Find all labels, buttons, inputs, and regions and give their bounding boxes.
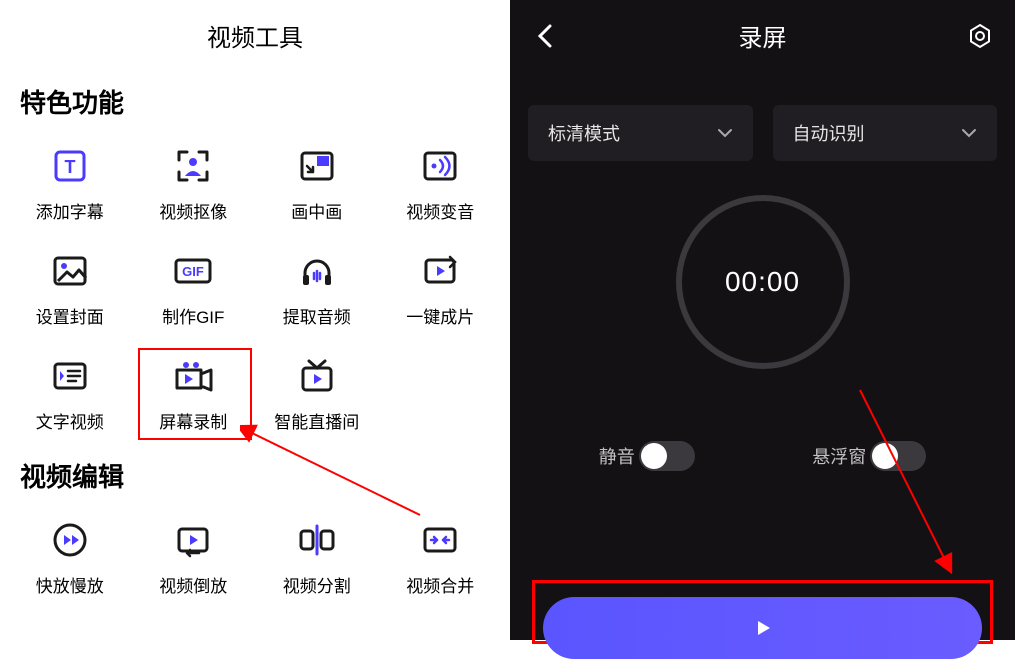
tool-one-click[interactable]: 一键成片 xyxy=(379,249,503,328)
clip-icon xyxy=(418,249,462,293)
section-header-edit: 视频编辑 xyxy=(0,439,510,506)
textvideo-icon xyxy=(48,354,92,398)
tool-label: 制作GIF xyxy=(162,303,224,328)
tool-add-subtitle[interactable]: T 添加字幕 xyxy=(8,144,132,223)
section-header-features: 特色功能 xyxy=(0,65,510,132)
tool-speed[interactable]: 快放慢放 xyxy=(8,518,132,597)
tool-label: 视频分割 xyxy=(283,572,351,597)
float-toggle-group: 悬浮窗 xyxy=(812,441,926,471)
tools-grid-edit: 快放慢放 视频倒放 视频分割 视频合并 xyxy=(0,506,510,603)
tv-icon xyxy=(295,354,339,398)
tool-video-matting[interactable]: 视频抠像 xyxy=(132,144,256,223)
mute-switch[interactable] xyxy=(639,441,695,471)
headphones-icon xyxy=(295,249,339,293)
tool-label: 一键成片 xyxy=(406,303,474,328)
tool-label: 视频合并 xyxy=(406,572,474,597)
back-button[interactable] xyxy=(530,21,560,51)
chevron-down-icon xyxy=(961,128,977,138)
tool-split[interactable]: 视频分割 xyxy=(255,518,379,597)
tool-label: 视频抠像 xyxy=(159,198,227,223)
page-title: 视频工具 xyxy=(0,0,510,65)
toggle-label: 悬浮窗 xyxy=(812,443,866,469)
float-switch[interactable] xyxy=(870,441,926,471)
speed-icon xyxy=(48,518,92,562)
pip-icon xyxy=(295,144,339,188)
tool-label: 视频倒放 xyxy=(159,572,227,597)
svg-text:T: T xyxy=(64,157,75,177)
orientation-dropdown[interactable]: 自动识别 xyxy=(773,105,998,161)
tool-extract-audio[interactable]: 提取音频 xyxy=(255,249,379,328)
tool-label: 提取音频 xyxy=(283,303,351,328)
tool-label: 屏幕录制 xyxy=(159,408,227,433)
video-tools-panel: 视频工具 特色功能 T 添加字幕 视频抠像 画中画 视频变音 xyxy=(0,0,510,640)
annotation-highlight xyxy=(532,580,993,644)
start-record-button[interactable] xyxy=(543,597,982,659)
mute-toggle-group: 静音 xyxy=(599,441,695,471)
screen-record-panel: 录屏 标清模式 自动识别 00:00 静音 悬浮窗 xyxy=(510,0,1015,640)
image-icon xyxy=(48,249,92,293)
tool-reverse[interactable]: 视频倒放 xyxy=(132,518,256,597)
split-icon xyxy=(295,518,339,562)
tool-label: 设置封面 xyxy=(36,303,104,328)
page-title: 录屏 xyxy=(739,18,787,53)
header: 录屏 xyxy=(510,0,1015,71)
tools-grid-features: T 添加字幕 视频抠像 画中画 视频变音 设置封面 xyxy=(0,132,510,439)
tool-pip[interactable]: 画中画 xyxy=(255,144,379,223)
tool-live-room[interactable]: 智能直播间 xyxy=(255,354,379,433)
dropdown-row: 标清模式 自动识别 xyxy=(510,71,1015,161)
tool-set-cover[interactable]: 设置封面 xyxy=(8,249,132,328)
tool-text-video[interactable]: 文字视频 xyxy=(8,354,132,433)
text-icon: T xyxy=(48,144,92,188)
timer-wrap: 00:00 xyxy=(510,161,1015,369)
tool-label: 智能直播间 xyxy=(274,408,359,433)
tool-label: 文字视频 xyxy=(36,408,104,433)
toggle-label: 静音 xyxy=(599,443,635,469)
tool-label: 快放慢放 xyxy=(36,572,104,597)
merge-icon xyxy=(418,518,462,562)
tool-label: 添加字幕 xyxy=(36,198,104,223)
toggle-row: 静音 悬浮窗 xyxy=(510,369,1015,471)
dropdown-label: 自动识别 xyxy=(793,120,865,146)
tool-make-gif[interactable]: GIF 制作GIF xyxy=(132,249,256,328)
reverse-icon xyxy=(171,518,215,562)
tool-voice-change[interactable]: 视频变音 xyxy=(379,144,503,223)
voice-icon xyxy=(418,144,462,188)
play-icon xyxy=(753,618,773,638)
tool-label: 画中画 xyxy=(291,198,342,223)
settings-button[interactable] xyxy=(965,21,995,51)
chevron-down-icon xyxy=(717,128,733,138)
tool-label: 视频变音 xyxy=(406,198,474,223)
person-crop-icon xyxy=(171,144,215,188)
quality-dropdown[interactable]: 标清模式 xyxy=(528,105,753,161)
tool-merge[interactable]: 视频合并 xyxy=(379,518,503,597)
gif-icon: GIF xyxy=(171,249,215,293)
tool-screen-record[interactable]: 屏幕录制 xyxy=(132,354,256,433)
dropdown-label: 标清模式 xyxy=(548,120,620,146)
svg-text:GIF: GIF xyxy=(182,264,204,279)
record-icon xyxy=(171,354,215,398)
timer-display: 00:00 xyxy=(676,195,850,369)
